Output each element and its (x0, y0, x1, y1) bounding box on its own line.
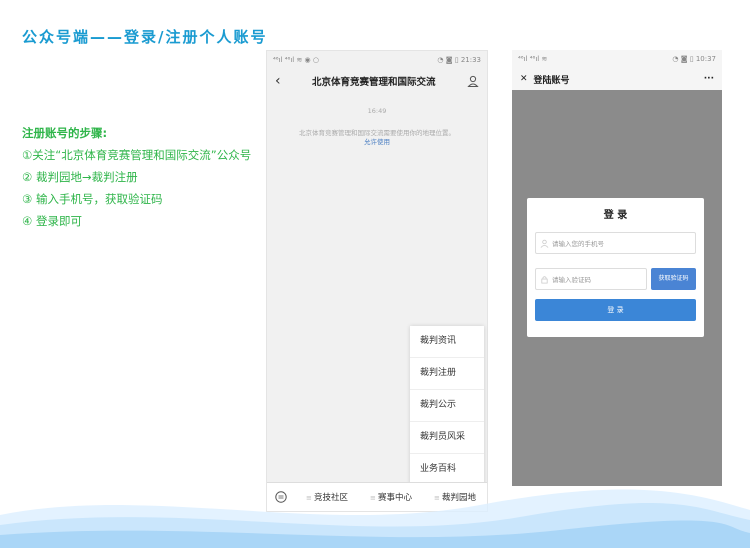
phone-number-placeholder: 请输入您的手机号 (552, 240, 604, 248)
status-left: ⁴⁶ıl ⁴⁶ıl ≋ ◉ ○ (273, 56, 319, 64)
menu-item-referee-profiles[interactable]: 裁判员风采 (410, 422, 484, 454)
profile-icon[interactable] (467, 75, 479, 87)
location-notice-text: 北京体育竞赛管理和国际交流需要使用你的地理位置。 (299, 129, 455, 137)
phone-screenshot-wechat: ⁴⁶ıl ⁴⁶ıl ≋ ◉ ○ ◔ ◙ ▯ 21:33 ‹ 北京体育竞赛管理和国… (266, 50, 488, 512)
login-button[interactable]: 登 录 (535, 299, 696, 321)
menu-item-referee-news[interactable]: 裁判资讯 (410, 326, 484, 358)
lock-icon (536, 275, 552, 284)
step-4: ④ 登录即可 (22, 214, 82, 228)
chat-header: ‹ 北京体育竞赛管理和国际交流 (267, 69, 487, 93)
menu-item-referee-register[interactable]: 裁判注册 (410, 358, 484, 390)
back-icon[interactable]: ‹ (275, 73, 281, 89)
allow-location-link[interactable]: 允许使用 (277, 138, 477, 147)
more-icon[interactable]: ··· (704, 74, 714, 84)
user-icon (536, 239, 552, 248)
login-page-title: 登陆账号 (533, 75, 570, 86)
chat-timestamp: 16:49 (367, 107, 387, 115)
step-2: ② 裁判园地→裁判注册 (22, 170, 138, 184)
step-3: ③ 输入手机号，获取验证码 (22, 192, 163, 206)
verification-code-placeholder: 请输入验证码 (552, 276, 591, 284)
step-1: ①关注“北京体育竞赛管理和国际交流”公众号 (22, 148, 252, 162)
login-dialog: 登 录 请输入您的手机号 请输入验证码 获取验证码 登 录 (527, 198, 704, 337)
status-bar: ⁴⁶ıl ⁴⁶ıl ≋ ◉ ○ ◔ ◙ ▯ 21:33 (267, 51, 487, 69)
status-right: ◔ ◙ ▯ 21:33 (437, 56, 481, 64)
status-left: ⁴⁶ıl ⁴⁶ıl ≋ (518, 55, 548, 63)
steps-heading: 注册账号的步骤: (22, 126, 108, 140)
login-page-header: ✕ 登陆账号 ··· (512, 68, 722, 90)
slide-title: 公众号端——登录/注册个人账号 (22, 28, 268, 46)
decorative-wave (0, 489, 750, 548)
status-right: ◔ ◙ ▯ 10:37 (672, 55, 716, 63)
menu-item-referee-notice[interactable]: 裁判公示 (410, 390, 484, 422)
verification-code-field[interactable]: 请输入验证码 (535, 268, 647, 290)
location-notice: 北京体育竞赛管理和国际交流需要使用你的地理位置。 允许使用 (267, 129, 487, 147)
phone-screenshot-login: ⁴⁶ıl ⁴⁶ıl ≋ ◔ ◙ ▯ 10:37 ✕ 登陆账号 ··· 登 录 请… (512, 50, 722, 486)
close-icon[interactable]: ✕ (520, 74, 528, 84)
chat-title: 北京体育竞赛管理和国际交流 (312, 77, 436, 88)
login-dialog-title: 登 录 (603, 210, 628, 221)
get-code-button[interactable]: 获取验证码 (651, 268, 696, 290)
phone-number-field[interactable]: 请输入您的手机号 (535, 232, 696, 254)
steps-panel: 注册账号的步骤: ①关注“北京体育竞赛管理和国际交流”公众号 ② 裁判园地→裁判… (22, 122, 267, 232)
status-bar: ⁴⁶ıl ⁴⁶ıl ≋ ◔ ◙ ▯ 10:37 (512, 50, 722, 68)
submenu-popup: 裁判资讯 裁判注册 裁判公示 裁判员风采 业务百科 (410, 326, 484, 485)
